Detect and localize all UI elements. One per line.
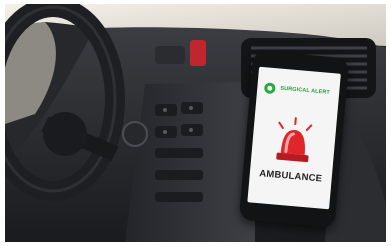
ambulance-label: AMBULANCE xyxy=(258,168,323,185)
siren-light-icon xyxy=(276,117,313,163)
green-circle-icon xyxy=(263,81,276,94)
alert-label: SURGICAL ALERT xyxy=(280,85,331,96)
photo-frame: SURGICAL ALERT AMBULANCE xyxy=(5,4,386,242)
alert-header: SURGICAL ALERT xyxy=(257,79,340,102)
phone-screen: SURGICAL ALERT AMBULANCE xyxy=(247,66,341,210)
smartphone: SURGICAL ALERT AMBULANCE xyxy=(238,50,350,228)
